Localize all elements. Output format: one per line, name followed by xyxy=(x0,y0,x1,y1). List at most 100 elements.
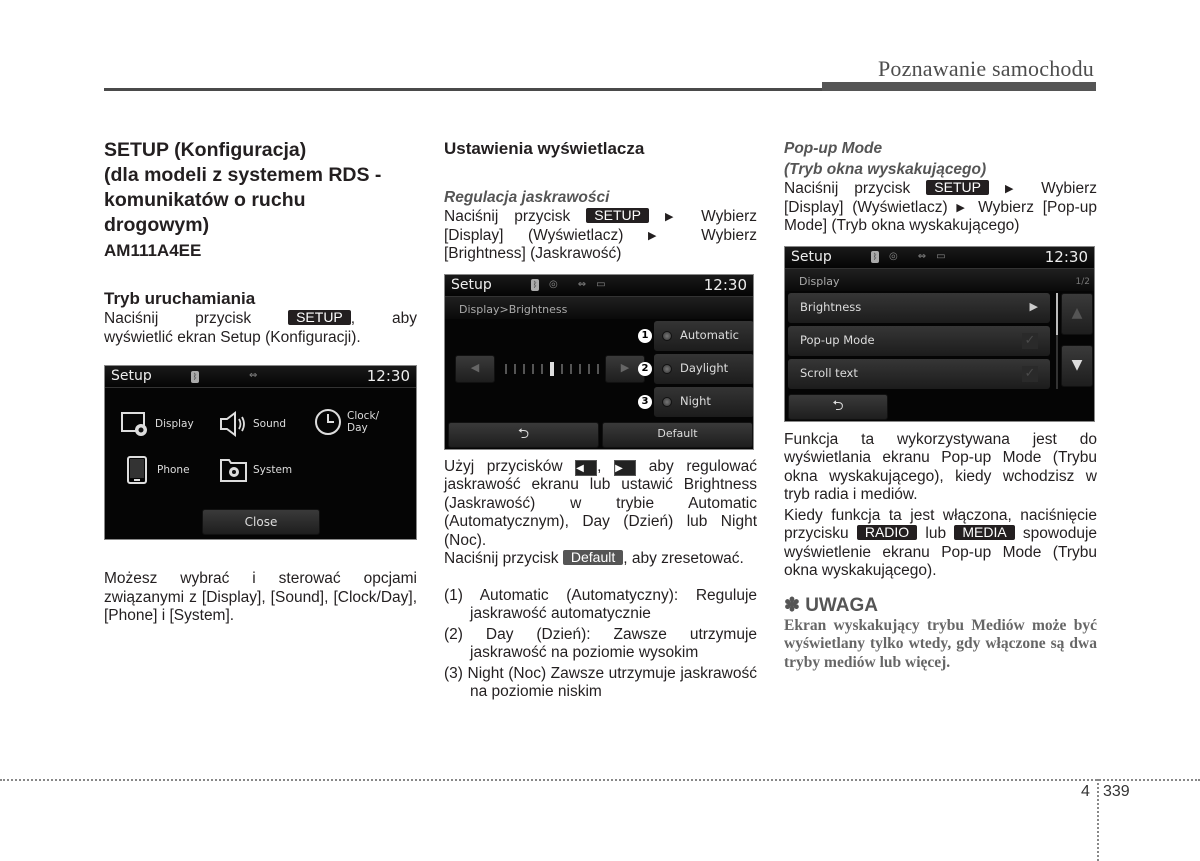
radio-icon xyxy=(662,396,672,407)
screen-breadcrumb: Display 1/2 xyxy=(785,268,1094,291)
list-item: (3) Night (Noc) Zawsze utrzymuje jaskraw… xyxy=(444,664,757,701)
setup-button-badge: SETUP xyxy=(586,208,649,223)
media-button-badge: MEDIA xyxy=(954,525,1015,540)
back-arrow-icon: ⮌ xyxy=(832,398,844,415)
brightness-tick xyxy=(514,363,516,374)
arrow-right-icon: ▶ xyxy=(1004,183,1026,195)
list-item-scroll-text[interactable]: Scroll text ✓ xyxy=(788,358,1050,389)
menu-item-display[interactable]: Display xyxy=(121,410,194,438)
default-button[interactable]: Default xyxy=(602,421,753,448)
arrow-right-icon: ▶ xyxy=(956,201,970,214)
startup-instruction: Naciśnij przycisk SETUP, aby xyxy=(104,309,417,328)
close-button[interactable]: Close xyxy=(202,509,320,535)
right-arrow-button-badge: ▶ xyxy=(614,459,637,476)
disc-icon: ◎ xyxy=(889,250,898,262)
popup-subheading: Pop-up Mode (Tryb okna wyskakującego) xyxy=(784,140,987,178)
display-menu-screen: Setup ᛒ ◎ ⇔ ▭ 12:30 Display 1/2 Brightne… xyxy=(784,245,1095,422)
screen-breadcrumb: Display>Brightness xyxy=(445,296,753,319)
clock-readout: 12:30 xyxy=(703,275,747,294)
clock-icon xyxy=(313,408,343,436)
popup-instruction: Naciśnij przycisk SETUP ▶ Wybierz [Displ… xyxy=(784,179,1097,235)
column-2: Ustawienia wyświetlacza Regulacja jaskra… xyxy=(444,138,757,704)
checkbox-icon[interactable]: ✓ xyxy=(1022,332,1038,349)
bluetooth-icon: ᛒ xyxy=(871,251,879,263)
chapter-number: 4 xyxy=(1081,783,1090,800)
radio-icon xyxy=(662,330,672,341)
callout-1: 1 xyxy=(638,328,652,343)
brightness-slider[interactable] xyxy=(505,361,599,376)
section-title: Poznawanie samochodu xyxy=(878,56,1094,81)
menu-item-phone[interactable]: Phone xyxy=(123,456,190,484)
scrollbar-thumb[interactable] xyxy=(1056,292,1058,335)
setup-button-badge: SETUP xyxy=(926,180,989,195)
brightness-usage-text: Użyj przycisków ◀, ▶ aby regulować jaskr… xyxy=(444,457,757,549)
footer-divider xyxy=(0,779,1200,781)
usb-icon: ⇔ xyxy=(577,278,587,290)
aux-icon: ▭ xyxy=(936,250,946,262)
brightness-tick xyxy=(579,363,581,374)
option-daylight[interactable]: Daylight xyxy=(654,353,753,384)
list-item: (1) Automatic (Automatyczny): Reguluje j… xyxy=(444,586,758,623)
list-item-popup-mode[interactable]: Pop-up Mode ✓ xyxy=(788,325,1050,356)
list-item-brightness[interactable]: Brightness ▶ xyxy=(788,292,1050,323)
radio-icon xyxy=(662,363,672,374)
note-title: ✽ UWAGA xyxy=(784,594,879,616)
page-number: 339 xyxy=(1103,783,1130,800)
brightness-tick-active xyxy=(550,361,554,376)
phone-icon xyxy=(123,456,153,484)
clock-readout: 12:30 xyxy=(1044,247,1088,266)
menu-item-sound[interactable]: Sound xyxy=(219,410,286,438)
subheading-startup-mode: Tryb uruchamiania xyxy=(104,289,256,308)
brightness-tick xyxy=(505,363,507,374)
brightness-tick xyxy=(597,363,599,374)
popup-activation-text: Kiedy funkcja ta jest włączona, naciśnię… xyxy=(784,506,1098,580)
screen-status-bar: Setup ᛒ ◎ ⇔ ▭ 12:30 xyxy=(445,274,753,297)
system-folder-icon xyxy=(219,456,249,484)
note-text: Ekran wyskakujący trybu Mediów może być … xyxy=(784,616,1097,671)
disc-icon: ◎ xyxy=(549,278,558,290)
section-heading: SETUP (Konfiguracja) (dla modeli z syste… xyxy=(104,139,382,236)
footer-vertical-divider xyxy=(1097,779,1099,861)
display-settings-heading: Ustawienia wyświetlacza xyxy=(444,139,645,158)
brightness-tick xyxy=(588,363,590,374)
left-arrow-button-badge: ◀ xyxy=(575,459,598,476)
brightness-decrease-button[interactable]: ◀ xyxy=(455,354,495,383)
bluetooth-icon: ᛒ xyxy=(531,279,539,291)
arrow-right-icon: ▶ xyxy=(647,229,677,242)
back-button[interactable]: ⮌ xyxy=(448,421,599,448)
menu-item-clock-day[interactable]: Clock/ Day xyxy=(313,408,379,436)
header-tab-bar xyxy=(822,82,1096,91)
column-1: SETUP (Konfiguracja) (dla modeli z syste… xyxy=(104,139,417,624)
setup-description: Możesz wybrać i sterować opcjami związan… xyxy=(104,570,417,624)
brightness-modes-list: (1) Automatic (Automatyczny): Reguluje j… xyxy=(444,587,757,702)
setup-button-badge: SETUP xyxy=(288,310,351,325)
option-automatic[interactable]: Automatic xyxy=(654,320,753,351)
back-button[interactable]: ⮌ xyxy=(788,393,888,420)
brightness-tick xyxy=(532,363,534,374)
usb-icon: ⇔ xyxy=(917,250,927,262)
speaker-icon xyxy=(219,410,249,438)
radio-button-badge: RADIO xyxy=(856,525,918,540)
brightness-screen: Setup ᛒ ◎ ⇔ ▭ 12:30 Display>Brightness ◀… xyxy=(444,273,754,450)
list-item: (2) Day (Dzień): Zawsze utrzymuje jaskra… xyxy=(444,625,758,662)
default-button-badge: Default xyxy=(562,550,624,565)
screen-status-bar: Setup ᛒ ◎ ⇔ ▭ 12:30 xyxy=(785,246,1094,269)
brightness-tick xyxy=(541,363,543,374)
checkbox-icon[interactable]: ✓ xyxy=(1022,365,1038,382)
option-night[interactable]: Night xyxy=(654,386,753,417)
brightness-subheading: Regulacja jaskrawości xyxy=(444,189,610,206)
page-indicator: 1/2 xyxy=(1075,276,1090,287)
arrow-right-icon: ▶ xyxy=(664,211,686,223)
reset-instruction: Naciśnij przycisk Default, aby zresetowa… xyxy=(444,549,744,568)
display-settings-icon xyxy=(121,410,151,438)
screen-status-bar: Setup ᛒ ⇔ 12:30 xyxy=(105,366,416,388)
aux-icon: ▭ xyxy=(596,278,606,290)
chevron-right-icon: ▶ xyxy=(1029,300,1038,314)
scroll-down-button[interactable]: ▼ xyxy=(1061,344,1093,387)
menu-item-system[interactable]: System xyxy=(219,456,292,484)
brightness-tick xyxy=(561,363,563,374)
usb-icon: ⇔ xyxy=(249,370,258,382)
clock-readout: 12:30 xyxy=(366,367,410,386)
scroll-up-button[interactable]: ▲ xyxy=(1061,292,1093,335)
back-arrow-icon: ⮌ xyxy=(517,426,530,443)
